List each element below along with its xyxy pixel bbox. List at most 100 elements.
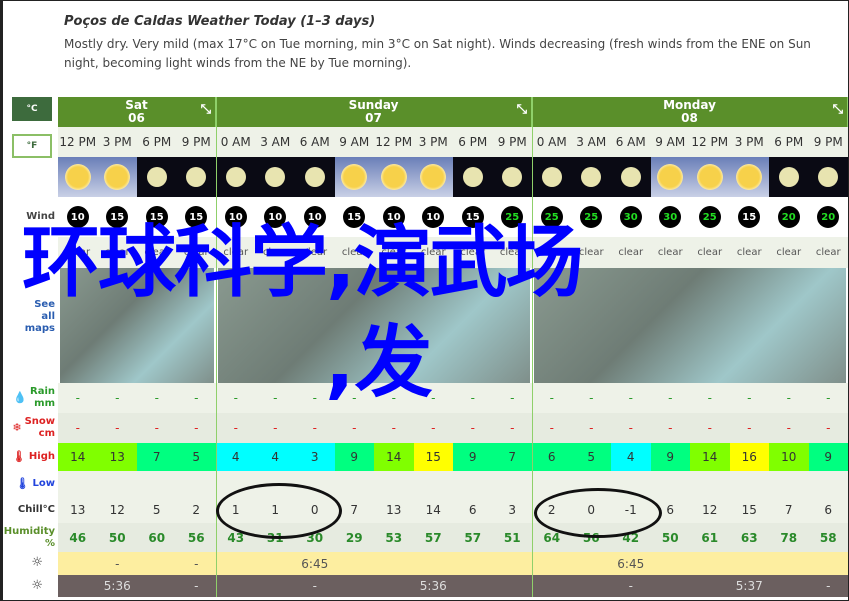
sky-cell [492, 157, 532, 197]
row-label-text: Chill°C [17, 504, 55, 515]
sunset-cell [335, 575, 375, 597]
sunrise-cell [809, 552, 849, 575]
sunset-cell [690, 575, 730, 597]
moon-icon [541, 167, 562, 187]
moon-icon [620, 167, 641, 187]
snow-cell: - [431, 421, 436, 435]
sunset-cell [453, 575, 493, 597]
row-label-high: 🌡 High [12, 443, 55, 471]
celsius-button[interactable]: °C [12, 97, 52, 121]
high-cell: 13 [97, 443, 137, 471]
collapse-icon[interactable]: ⤡ [517, 103, 527, 116]
humidity-cell: 57 [424, 530, 442, 545]
humidity-cell: 46 [69, 530, 87, 545]
time-cell: 9 AM [655, 135, 686, 149]
chill-cell: 7 [784, 503, 793, 517]
wind-cell: 25 [690, 197, 730, 237]
wind-arrow-icon: 25 [580, 206, 603, 228]
sunrise-cell [453, 552, 493, 575]
day-separator [216, 97, 217, 597]
sunrise-row: - - 6:45 6:45 [58, 552, 848, 575]
collapse-icon[interactable]: ⤡ [201, 103, 211, 116]
chill-cell: 13 [386, 503, 402, 517]
collapse-icon[interactable]: ⤡ [833, 103, 843, 116]
high-row: 14 13 7 5 4 4 3 9 14 15 9 7 6 5 4 9 14 16 10 9 [58, 443, 848, 471]
day-header-0[interactable]: Sat 06 ⤡ [58, 97, 216, 127]
chill-cell: 6 [468, 503, 477, 517]
snow-cell: - [75, 421, 80, 435]
summary-cell: clear [657, 247, 683, 258]
snow-cell: - [549, 421, 554, 435]
sky-cell [58, 157, 98, 197]
high-cell: 14 [58, 443, 98, 471]
wind-cell: 30 [611, 197, 651, 237]
sky-cell [611, 157, 651, 197]
high-icon: 🌡 [11, 450, 26, 463]
moon-icon [581, 167, 602, 187]
time-cell: 3 PM [102, 135, 132, 149]
sky-cell [571, 157, 611, 197]
high-cell: 3 [295, 443, 335, 471]
sunrise-cell [493, 552, 533, 575]
sunset-cell [374, 575, 414, 597]
sunset-cell [532, 575, 572, 597]
row-label-low: 🌡 Low [16, 471, 55, 497]
overlay-text-2: ,发 [325, 318, 433, 408]
rain-cell: - [273, 391, 278, 405]
sky-row [58, 157, 848, 197]
sun-icon [64, 164, 91, 190]
snow-cell: - [312, 421, 317, 435]
rain-icon: 💧 [13, 391, 27, 404]
high-cell: 7 [137, 443, 177, 471]
sun-icon [696, 164, 723, 190]
sky-cell [255, 157, 295, 197]
time-cell: 12 PM [691, 135, 729, 149]
time-cell: 9 PM [181, 135, 211, 149]
sunset-cell: 5:36 [419, 579, 447, 593]
high-cell: 6 [532, 443, 572, 471]
high-cell: 9 [650, 443, 690, 471]
wind-arrow-icon: 25 [698, 206, 721, 228]
moon-icon [225, 167, 246, 187]
sky-cell [769, 157, 809, 197]
snow-cell: - [826, 421, 831, 435]
day-date: 07 [365, 111, 382, 125]
time-cell: 12 PM [375, 135, 413, 149]
snow-cell: - [233, 421, 238, 435]
sun-icon [657, 164, 684, 190]
snow-icon: ❄ [12, 421, 22, 434]
humidity-cell: 60 [148, 530, 166, 545]
snow-cell: - [668, 421, 673, 435]
humidity-cell: 63 [740, 530, 758, 545]
sunset-cell [769, 575, 809, 597]
humidity-cell: 57 [464, 530, 482, 545]
snow-cell: - [154, 421, 159, 435]
rain-cell: - [510, 391, 515, 405]
sunset-cell [493, 575, 533, 597]
moon-icon [146, 167, 167, 187]
day-separator [532, 97, 533, 597]
sunset-cell [572, 575, 612, 597]
day-header-2[interactable]: Monday 08 ⤡ [532, 97, 848, 127]
chill-cell: 12 [702, 503, 718, 517]
wind-arrow-icon: 20 [817, 206, 840, 228]
summary-cell: clear [618, 247, 644, 258]
humidity-cell: 61 [701, 530, 719, 545]
sunset-cell [58, 575, 98, 597]
snow-cell: - [194, 421, 199, 435]
sunrise-cell [256, 552, 296, 575]
sky-cell [690, 157, 730, 197]
sunrise-icon: ☼ [31, 555, 43, 570]
time-cell: 6 PM [142, 135, 172, 149]
row-label-chill: Chill°C [18, 497, 55, 523]
high-cell: 4 [216, 443, 256, 471]
sunset-cell [216, 575, 256, 597]
day-header-1[interactable]: Sunday 07 ⤡ [216, 97, 532, 127]
high-cell: 10 [769, 443, 809, 471]
sunset-cell: - [628, 579, 633, 593]
moon-icon [818, 167, 839, 187]
rain-cell: - [75, 391, 80, 405]
snow-cell: - [589, 421, 594, 435]
low-row [58, 471, 848, 497]
fahrenheit-button[interactable]: °F [12, 134, 52, 158]
